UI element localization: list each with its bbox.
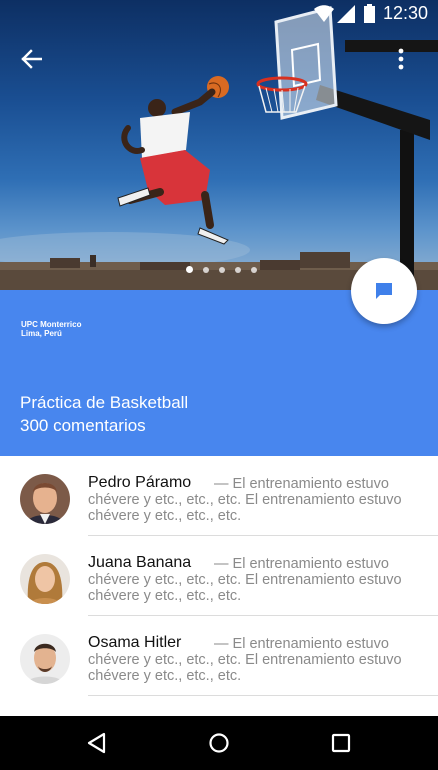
comment-snippet-first: — El entrenamiento estuvo [214,556,389,572]
hero-image: 12:30 [0,0,438,290]
nav-home-button[interactable] [204,730,234,756]
comments-list: Pedro Páramo — El entrenamiento estuvo c… [0,456,438,716]
status-time: 12:30 [382,3,428,23]
avatar [20,554,70,604]
basketball-dunk-illustration [0,6,438,290]
comment-snippet-rest: chévere y etc., etc., etc. El entrenamie… [88,652,402,684]
system-navigation-bar [0,716,438,770]
list-divider [88,535,438,536]
location-line1: UPC Monterrico [21,320,82,329]
avatar [20,634,70,684]
signal-icon [337,5,355,23]
battery-icon [364,4,375,23]
carousel-dot-4[interactable] [235,266,241,273]
status-bar: 12:30 [0,0,438,28]
arrow-back-icon [21,49,42,69]
location-line2: Lima, Perú [21,329,62,338]
square-recents-icon [331,733,351,753]
comment-item[interactable]: Pedro Páramo — El entrenamiento estuvo c… [0,474,438,554]
carousel-dot-3[interactable] [219,266,225,273]
carousel-dot-2[interactable] [203,266,209,273]
comment-count: 300 comentarios [20,416,146,435]
carousel-dot-5[interactable] [251,266,257,273]
list-divider [88,695,438,696]
list-divider [88,615,438,616]
nav-recents-button[interactable] [326,730,356,756]
comment-snippet-first: — El entrenamiento estuvo [214,636,389,652]
comment-item[interactable]: Juana Banana — El entrenamiento estuvo c… [0,554,438,634]
comment-author: Pedro Páramo [88,474,192,491]
comment-author: Juana Banana [88,554,192,571]
overflow-menu-button[interactable] [398,48,422,78]
wifi-icon [314,5,334,22]
triangle-back-icon [87,732,106,754]
back-button[interactable] [20,48,50,78]
page-title: Práctica de Basketball [20,393,189,412]
carousel-indicator[interactable] [186,266,257,273]
carousel-dot-1[interactable] [186,266,193,273]
comment-snippet-rest: chévere y etc., etc., etc. El entrenamie… [88,572,402,604]
more-vert-icon [398,48,404,70]
comment-snippet-rest: chévere y etc., etc., etc. El entrenamie… [88,492,402,524]
nav-back-button[interactable] [82,730,112,756]
comment-author: Osama Hitler [88,634,182,651]
comment-item[interactable]: Osama Hitler — El entrenamiento estuvo c… [0,634,438,714]
circle-home-icon [209,733,229,753]
comment-snippet-first: — El entrenamiento estuvo [214,476,389,492]
screen: 12:30 UPC Monterrico Lima, Perú Práctica… [0,0,438,770]
comment-fab-button[interactable] [351,258,417,324]
avatar [20,474,70,524]
chat-bubble-icon [376,283,392,299]
